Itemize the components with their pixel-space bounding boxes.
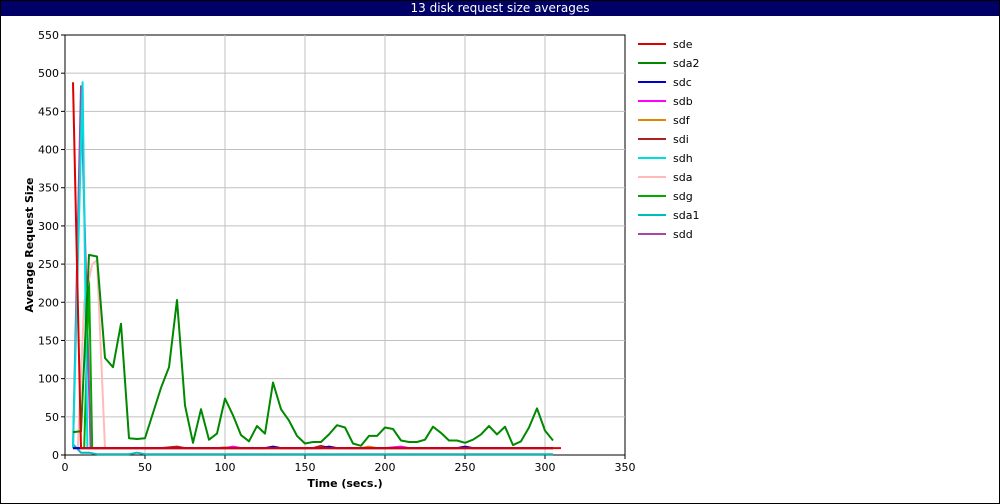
x-tick-label: 150 xyxy=(295,461,316,474)
x-tick-label: 300 xyxy=(535,461,556,474)
y-tick-label: 550 xyxy=(38,29,59,42)
legend-label-sdh: sdh xyxy=(673,152,693,165)
x-axis-label: Time (secs.) xyxy=(307,477,382,490)
y-tick-label: 300 xyxy=(38,220,59,233)
legend-label-sdb: sdb xyxy=(673,95,693,108)
x-tick-label: 0 xyxy=(62,461,69,474)
y-tick-label: 50 xyxy=(45,411,59,424)
y-axis-label: Average Request Size xyxy=(23,177,36,312)
x-tick-label: 50 xyxy=(138,461,152,474)
legend-label-sda1: sda1 xyxy=(673,209,699,222)
y-tick-label: 400 xyxy=(38,144,59,157)
legend-label-sdc: sdc xyxy=(673,76,692,89)
legend-label-sda: sda xyxy=(673,171,692,184)
y-tick-label: 0 xyxy=(52,449,59,462)
legend-label-sdd: sdd xyxy=(673,228,693,241)
x-tick-label: 200 xyxy=(375,461,396,474)
legend: sde sda2 sdc sdb sdf sdi sdh sda sdg sda1 sdd xyxy=(638,38,699,241)
legend-label-sde: sde xyxy=(673,38,693,51)
y-tick-label: 450 xyxy=(38,105,59,118)
y-tick-label: 100 xyxy=(38,373,59,386)
legend-label-sda2: sda2 xyxy=(673,57,699,70)
y-tick-label: 250 xyxy=(38,258,59,271)
y-tick-label: 200 xyxy=(38,296,59,309)
legend-label-sdi: sdi xyxy=(673,133,689,146)
plot-area xyxy=(64,34,626,456)
line-chart: 0 50 100 150 200 250 300 350 400 450 500 550 0 50 100 1… xyxy=(23,29,699,490)
legend-label-sdf: sdf xyxy=(673,114,691,127)
y-tick-label: 150 xyxy=(38,334,59,347)
x-tick-label: 250 xyxy=(455,461,476,474)
x-tick-label: 100 xyxy=(215,461,236,474)
x-tick-label: 350 xyxy=(615,461,636,474)
y-tick-label: 500 xyxy=(38,67,59,80)
y-tick-label: 350 xyxy=(38,182,59,195)
legend-label-sdg: sdg xyxy=(673,190,693,203)
